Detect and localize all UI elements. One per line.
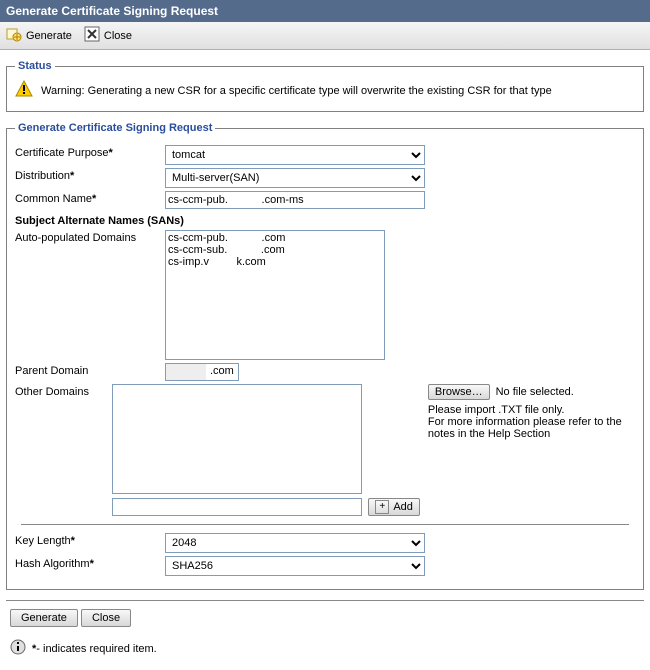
add-label: Add (393, 501, 413, 513)
csr-form-fieldset: Generate Certificate Signing Request Cer… (6, 122, 644, 590)
no-file-text: No file selected. (496, 386, 574, 398)
bottom-divider (6, 600, 644, 601)
status-warning-text: Warning: Generating a new CSR for a spec… (41, 85, 552, 97)
cert-purpose-label: Certificate Purpose (15, 147, 113, 159)
toolbar-close-button[interactable]: Close (84, 26, 132, 45)
generate-icon (6, 26, 22, 45)
other-domains-label: Other Domains (15, 386, 89, 398)
divider (21, 524, 629, 525)
auto-domains-textarea: cs-ccm-pub. .com cs-ccm-sub. .com cs-imp… (165, 230, 385, 360)
parent-domain-suffix: .com (206, 364, 238, 380)
generate-button[interactable]: Generate (10, 609, 78, 627)
info-icon (10, 639, 26, 658)
key-length-label: Key Length (15, 535, 75, 547)
page-title: Generate Certificate Signing Request (0, 0, 650, 22)
toolbar-generate-button[interactable]: Generate (6, 26, 72, 45)
hash-alg-label: Hash Algorithm (15, 558, 94, 570)
distribution-label: Distribution (15, 170, 74, 182)
key-length-select[interactable]: 2048 (165, 533, 425, 553)
parent-domain-redacted (166, 364, 206, 380)
import-help-2: For more information please refer to the… (428, 416, 635, 440)
parent-domain-field[interactable]: .com (165, 363, 239, 381)
status-fieldset: Status Warning: Generating a new CSR for… (6, 60, 644, 112)
browse-button[interactable]: Browse… (428, 384, 490, 400)
hash-alg-select[interactable]: SHA256 (165, 556, 425, 576)
common-name-label: Common Name (15, 193, 96, 205)
required-footnote: *- indicates required item. (32, 643, 157, 655)
toolbar: Generate Close (0, 22, 650, 50)
close-icon (84, 26, 100, 45)
san-heading: Subject Alternate Names (SANs) (15, 215, 635, 227)
common-name-input[interactable] (165, 191, 425, 209)
add-domain-button[interactable]: + Add (368, 498, 420, 516)
warning-icon (15, 80, 33, 101)
cert-purpose-select[interactable]: tomcat (165, 145, 425, 165)
close-button[interactable]: Close (81, 609, 131, 627)
toolbar-close-label: Close (104, 30, 132, 42)
distribution-select[interactable]: Multi-server(SAN) (165, 168, 425, 188)
csr-form-legend: Generate Certificate Signing Request (15, 122, 215, 134)
other-domains-textarea[interactable] (112, 384, 362, 494)
plus-icon: + (375, 500, 389, 514)
parent-domain-label: Parent Domain (15, 365, 88, 377)
import-help-1: Please import .TXT file only. (428, 404, 635, 416)
status-legend: Status (15, 60, 55, 72)
other-domain-input[interactable] (112, 498, 362, 516)
toolbar-generate-label: Generate (26, 30, 72, 42)
auto-domains-label: Auto-populated Domains (15, 232, 136, 244)
